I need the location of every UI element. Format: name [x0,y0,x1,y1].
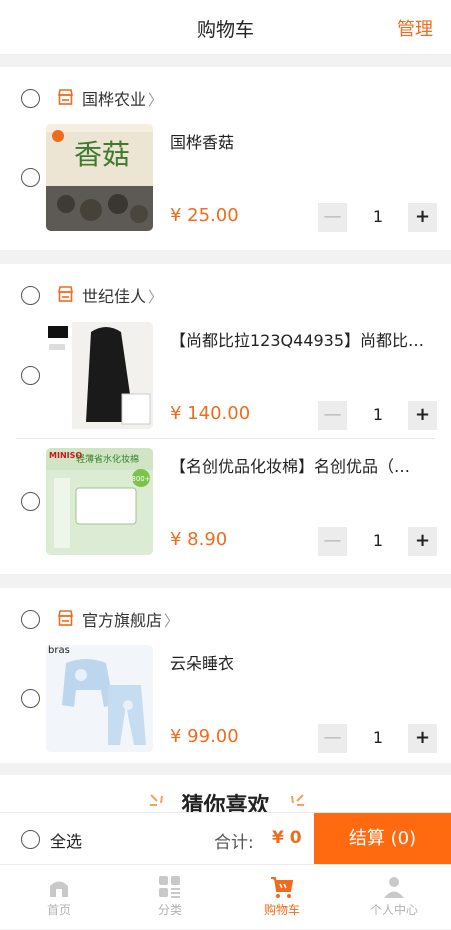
checkout-bar: 全选 合计: ¥ 0 结算 (0) [0,812,451,865]
item-select-radio[interactable] [21,689,40,708]
store-name-link[interactable]: 世纪佳人〉 [82,283,163,307]
qty-value[interactable]: 1 [368,531,388,550]
item-divider [16,438,435,439]
product-price: ¥ 25.00 [170,205,239,226]
qty-minus-button[interactable]: — [318,203,347,232]
tab-label: 购物车 [263,903,300,917]
qty-plus-button[interactable]: + [408,401,437,430]
item-select-radio[interactable] [21,366,40,385]
store-name-link[interactable]: 国桦农业〉 [82,86,163,110]
qty-value[interactable]: 1 [368,728,388,747]
recommend-section: 猜你喜欢 [0,775,451,819]
store-select-radio[interactable] [21,610,40,629]
chevron-right-icon: 〉 [164,612,180,630]
qty-minus-button[interactable]: — [318,724,347,753]
store-name: 官方旗舰店 [82,611,163,630]
product-name[interactable]: 云朵睡衣 [170,650,434,674]
shop-icon [58,610,73,626]
qty-value[interactable]: 1 [368,207,388,226]
qty-minus-button[interactable]: — [318,527,347,556]
thumb-badge-text: 800+ [131,475,150,483]
product-image[interactable]: MINISO 轻薄省水化妆棉 800+ [46,448,153,555]
tab-category[interactable]: 分类 [114,865,226,930]
cart-item: bras 云朵睡衣 ¥ 99.00 — 1 + [0,645,451,770]
tab-label: 个人中心 [369,903,418,917]
item-select-radio[interactable] [21,168,40,187]
product-name[interactable]: 【名创优品化妆棉】名创优品（… [170,453,434,477]
select-all-label[interactable]: 全选 [50,828,82,852]
tab-label: 分类 [157,903,182,917]
tab-home[interactable]: 首页 [3,865,115,930]
product-price: ¥ 8.90 [170,529,228,550]
qty-minus-button[interactable]: — [318,401,347,430]
store-card: 官方旗舰店〉 bras 云朵睡衣 ¥ 99.00 — 1 + [0,588,451,763]
store-select-radio[interactable] [21,89,40,108]
category-icon [159,876,180,898]
product-name[interactable]: 【尚都比拉123Q44935】尚都比… [170,327,434,351]
select-all-radio[interactable] [21,830,40,849]
qty-value[interactable]: 1 [368,405,388,424]
cart-icon [271,877,294,898]
chevron-right-icon: 〉 [148,91,164,109]
store-select-radio[interactable] [21,286,40,305]
product-image[interactable]: bras [46,645,153,752]
user-icon [384,877,404,898]
item-select-radio[interactable] [21,492,40,511]
total-label: 合计: [214,833,254,853]
cart-item: MINISO 轻薄省水化妆棉 800+ 【名创优品化妆棉】名创优品（… ¥ 8.90… [0,448,451,573]
store-header: 国桦农业〉 [0,67,451,115]
store-card: 世纪佳人〉 【尚都比拉123Q44935】尚都比… ¥ 140.00 — 1 +… [0,264,451,574]
qty-plus-button[interactable]: + [408,203,437,232]
store-card: 国桦农业〉 香菇 国桦香菇 ¥ 25.00 — 1 + [0,67,451,250]
shop-icon [58,89,73,105]
chevron-right-icon: 〉 [148,288,164,306]
header: 购物车 管理 [0,0,451,55]
thumb-title-text: 轻薄省水化妆棉 [76,453,139,465]
cart-item: 【尚都比拉123Q44935】尚都比… ¥ 140.00 — 1 + [0,322,451,447]
store-name: 世纪佳人 [82,287,147,306]
cart-item: 香菇 国桦香菇 ¥ 25.00 — 1 + [0,124,451,249]
total-value: ¥ 0 [272,828,302,848]
product-image[interactable] [46,322,153,429]
product-price: ¥ 140.00 [170,403,251,424]
store-name-link[interactable]: 官方旗舰店〉 [82,607,179,631]
tab-bar: 首页 分类 购物车 个人中心 [0,864,451,929]
sparkle-right-icon [291,794,304,806]
tab-cart[interactable]: 购物车 [226,865,338,930]
page-title: 购物车 [196,19,254,41]
shop-icon [58,286,73,302]
product-image[interactable]: 香菇 [46,124,153,231]
product-name[interactable]: 国桦香菇 [170,129,434,153]
store-header: 世纪佳人〉 [0,264,451,312]
home-icon [50,881,68,897]
store-name: 国桦农业 [82,90,147,109]
thumb-brand-text: 香菇 [74,138,130,171]
product-price: ¥ 99.00 [170,726,239,747]
tab-profile[interactable]: 个人中心 [338,865,450,930]
thumb-brand-text: bras [48,645,70,656]
qty-plus-button[interactable]: + [408,724,437,753]
qty-plus-button[interactable]: + [408,527,437,556]
store-header: 官方旗舰店〉 [0,588,451,636]
checkout-button[interactable]: 结算 (0) [314,813,451,865]
manage-button[interactable]: 管理 [397,15,433,41]
tab-label: 首页 [46,903,71,917]
